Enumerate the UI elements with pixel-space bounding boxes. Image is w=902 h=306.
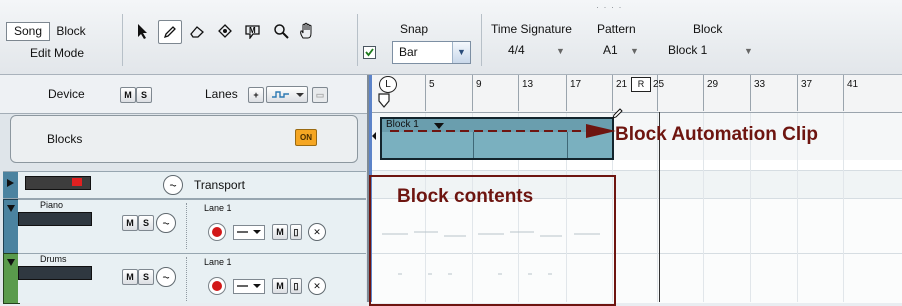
piano-track-header[interactable]: Piano M S ⏦ Lane 1 M ▯ ✕ xyxy=(18,199,366,253)
pencil-cursor-icon xyxy=(612,107,624,119)
piano-mute-button[interactable]: M xyxy=(122,215,138,231)
drums-mute-button[interactable]: M xyxy=(122,269,138,285)
bar-9-label: 9 xyxy=(476,79,482,90)
block-automation-callout: Block Automation Clip xyxy=(615,124,819,145)
arrow-tool-icon[interactable] xyxy=(131,20,153,42)
chevron-down-icon[interactable]: ▼ xyxy=(744,46,753,56)
toolbar-divider xyxy=(481,14,482,66)
drums-record-button[interactable] xyxy=(208,277,226,295)
block-label: Block xyxy=(693,22,723,36)
piano-solo-button[interactable]: S xyxy=(138,215,154,231)
bar-5-label: 5 xyxy=(429,79,435,90)
eraser-tool-icon[interactable] xyxy=(186,20,208,42)
drums-delete-lane-icon[interactable]: ✕ xyxy=(308,277,326,295)
snap-label: Snap xyxy=(400,22,429,36)
song-position-marker-icon[interactable] xyxy=(378,93,390,108)
pattern-label: Pattern xyxy=(597,22,636,36)
automation-callout-arrow xyxy=(390,123,620,139)
edit-mode-group: Song Block Edit Mode xyxy=(6,12,116,62)
midi-input-icon[interactable]: ⏦ xyxy=(156,267,176,287)
chevron-down-icon[interactable]: ▼ xyxy=(630,46,639,56)
bar-25-label: 25 xyxy=(653,79,665,90)
time-signature-value[interactable]: 4/4 xyxy=(508,43,525,57)
transport-device-thumbnail xyxy=(25,176,91,190)
piano-lane-name: Lane 1 xyxy=(204,203,232,213)
toolbar-divider xyxy=(122,14,123,66)
bar-21-label: 21 xyxy=(616,79,628,90)
bar-17-label: 17 xyxy=(570,79,582,90)
bar-29-label: 29 xyxy=(707,79,719,90)
blocks-track-row[interactable]: Blocks ON xyxy=(10,115,358,163)
blocks-label: Blocks xyxy=(47,132,83,146)
piano-record-button[interactable] xyxy=(208,223,226,241)
snap-select[interactable]: Bar ▼ xyxy=(392,41,471,64)
pattern-value[interactable]: A1 xyxy=(603,43,618,57)
snap-checkbox[interactable] xyxy=(363,46,376,59)
clip-left-resize-handle[interactable] xyxy=(371,130,377,140)
midi-input-icon[interactable]: ⏦ xyxy=(163,175,183,195)
hand-tool-icon[interactable] xyxy=(296,20,318,42)
lanes-label: Lanes xyxy=(205,87,238,101)
master-mute-button[interactable]: M xyxy=(120,87,136,103)
chevron-down-icon[interactable]: ▼ xyxy=(556,46,565,56)
transport-expand-icon[interactable] xyxy=(3,172,18,198)
time-signature-label: Time Signature xyxy=(491,22,572,36)
drums-lane-select[interactable] xyxy=(233,279,265,294)
drums-track-name: Drums xyxy=(40,254,67,264)
razor-tool-icon[interactable] xyxy=(214,20,236,42)
chevron-down-icon[interactable]: ▼ xyxy=(452,42,470,63)
bar-13-label: 13 xyxy=(522,79,534,90)
blocks-on-button[interactable]: ON xyxy=(295,129,317,146)
device-header-row: Device M S Lanes + ▭ xyxy=(0,75,367,114)
bar-33-label: 33 xyxy=(754,79,766,90)
midi-input-icon[interactable]: ⏦ xyxy=(156,213,176,233)
add-lane-button[interactable]: + xyxy=(248,87,264,103)
bar-ruler[interactable]: L 5 9 13 17 21 R 25 29 33 37 41 xyxy=(369,75,902,113)
track-list-panel: Device M S Lanes + ▭ Blocks ON ⏦ Transpo… xyxy=(0,75,369,304)
pencil-tool-icon[interactable] xyxy=(158,20,182,44)
drums-lane-name: Lane 1 xyxy=(204,257,232,267)
lane-divider xyxy=(186,257,193,301)
device-label: Device xyxy=(48,87,85,101)
magnify-tool-icon[interactable] xyxy=(270,20,292,42)
block-mode-button[interactable]: Block xyxy=(50,22,92,41)
piano-device-thumbnail xyxy=(18,212,92,226)
toolbar-grip[interactable]: · · · · xyxy=(596,2,623,12)
block-contents-callout: Block contents xyxy=(397,186,534,207)
piano-lane-select[interactable] xyxy=(233,225,265,240)
main-toolbar: · · · · Song Block Edit Mode M Snap Bar … xyxy=(0,0,902,75)
drums-solo-button[interactable]: S xyxy=(138,269,154,285)
piano-track-name: Piano xyxy=(40,200,64,210)
right-locator-marker[interactable]: R xyxy=(631,77,651,92)
edit-mode-label: Edit Mode xyxy=(30,46,85,60)
drums-track-header[interactable]: Drums M S ⏦ Lane 1 M ▯ ✕ xyxy=(18,253,366,303)
drums-lane-mute-button[interactable]: M xyxy=(272,278,288,294)
toolbar-divider xyxy=(357,14,358,66)
transport-track-row[interactable]: ⏦ Transport xyxy=(3,171,366,199)
lane-view-dropdown[interactable] xyxy=(266,86,308,103)
bar-41-label: 41 xyxy=(847,79,859,90)
mute-tool-icon[interactable]: M xyxy=(242,20,264,42)
song-mode-button[interactable]: Song xyxy=(6,22,50,41)
drums-device-thumbnail xyxy=(18,266,92,280)
bar-37-label: 37 xyxy=(801,79,813,90)
piano-delete-lane-icon[interactable]: ✕ xyxy=(308,223,326,241)
snap-value: Bar xyxy=(399,45,418,59)
block-value[interactable]: Block 1 xyxy=(668,43,707,57)
left-locator-marker[interactable]: L xyxy=(379,76,397,93)
lane-divider xyxy=(186,203,193,249)
piano-lane-settings-icon[interactable]: ▯ xyxy=(290,224,302,240)
collapse-lanes-icon[interactable]: ▭ xyxy=(312,87,328,103)
master-solo-button[interactable]: S xyxy=(136,87,152,103)
drums-lane-settings-icon[interactable]: ▯ xyxy=(290,278,302,294)
transport-label: Transport xyxy=(194,178,245,192)
svg-text:M: M xyxy=(249,26,256,35)
piano-lane-mute-button[interactable]: M xyxy=(272,224,288,240)
